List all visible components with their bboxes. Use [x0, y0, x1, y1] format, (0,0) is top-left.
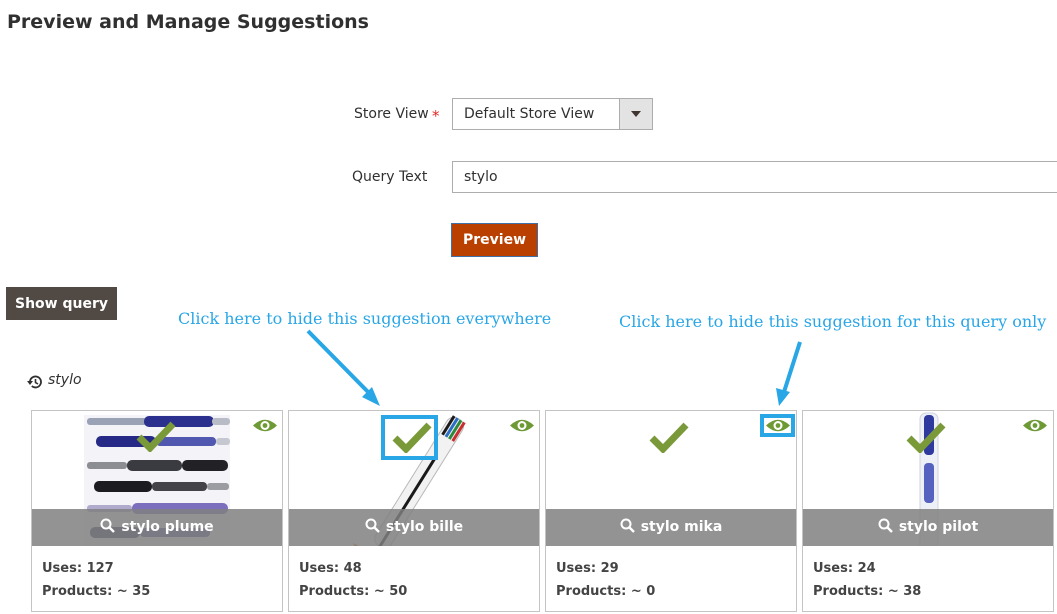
- suggestion-card: stylo mika Uses: 29 Products: ~ 0: [545, 410, 797, 612]
- uses-count: Uses: 127: [42, 561, 114, 576]
- suggestion-name: stylo plume: [121, 519, 214, 535]
- uses-count: Uses: 24: [813, 561, 876, 576]
- suggestion-card: stylo bille Uses: 48 Products: ~ 50: [288, 410, 540, 612]
- check-icon[interactable]: [906, 421, 946, 453]
- products-count: Products: ~ 50: [299, 584, 408, 599]
- search-icon: [365, 518, 380, 533]
- suggestion-name: stylo pilot: [898, 519, 979, 535]
- arrow-hide-everywhere: [306, 329, 380, 406]
- eye-icon[interactable]: [252, 417, 278, 434]
- eye-icon[interactable]: [1022, 417, 1048, 434]
- query-history-text: stylo: [48, 372, 82, 388]
- suggestion-stats: Uses: 29 Products: ~ 0: [556, 557, 655, 603]
- check-icon[interactable]: [392, 421, 432, 453]
- uses-count: Uses: 48: [299, 561, 362, 576]
- search-icon: [620, 518, 635, 533]
- search-icon: [878, 518, 893, 533]
- suggestion-stats: Uses: 48 Products: ~ 50: [299, 557, 407, 603]
- suggestion-name: stylo bille: [385, 519, 464, 535]
- eye-icon[interactable]: [509, 417, 535, 434]
- products-count: Products: ~ 38: [813, 584, 922, 599]
- suggestion-stats: Uses: 24 Products: ~ 38: [813, 557, 921, 603]
- uses-count: Uses: 29: [556, 561, 619, 576]
- products-count: Products: ~ 0: [556, 584, 656, 599]
- suggestion-title-bar[interactable]: stylo pilot: [803, 509, 1053, 546]
- products-count: Products: ~ 35: [42, 584, 151, 599]
- suggestion-title-bar[interactable]: stylo plume: [32, 509, 282, 546]
- search-icon: [100, 518, 116, 533]
- check-icon[interactable]: [136, 420, 176, 452]
- suggestion-name: stylo mika: [640, 519, 723, 535]
- suggestion-title-bar[interactable]: stylo bille: [289, 509, 539, 546]
- arrow-hide-query-only: [776, 341, 802, 406]
- suggestion-card: stylo pilot Uses: 24 Products: ~ 38: [802, 410, 1054, 612]
- suggestion-card: stylo plume Uses: 127 Products: ~ 35: [31, 410, 283, 612]
- check-icon[interactable]: [649, 421, 689, 453]
- eye-icon[interactable]: [765, 417, 791, 434]
- suggestion-stats: Uses: 127 Products: ~ 35: [42, 557, 150, 603]
- suggestion-title-bar[interactable]: stylo mika: [546, 509, 796, 546]
- history-icon: [27, 375, 42, 389]
